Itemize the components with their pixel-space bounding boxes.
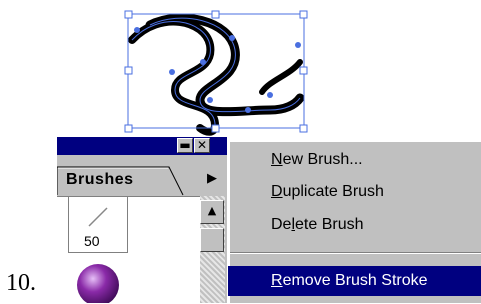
scroll-up-button[interactable]: ▲ bbox=[200, 200, 224, 224]
brushes-tab-label: Brushes bbox=[66, 171, 134, 188]
menu-separator bbox=[230, 252, 481, 254]
close-icon: ✕ bbox=[196, 138, 208, 152]
minimize-icon: ▬ bbox=[179, 138, 191, 152]
menu-item-remove-brush-stroke[interactable]: Remove Brush Stroke bbox=[228, 266, 481, 296]
selection-handle bbox=[299, 10, 308, 19]
menu-item-new-brush[interactable]: New Brush... bbox=[228, 147, 481, 173]
menu-item-duplicate-brush[interactable]: Duplicate Brush bbox=[228, 179, 481, 205]
selection-handle bbox=[211, 124, 220, 133]
palette-menu-button[interactable]: ▶ bbox=[203, 170, 221, 188]
scroll-thumb[interactable] bbox=[200, 228, 224, 252]
selection-handle bbox=[299, 124, 308, 133]
step-number: 10. bbox=[6, 270, 36, 296]
selection-handle bbox=[211, 10, 220, 19]
sphere-icon bbox=[77, 264, 119, 303]
calligraphic-brush-icon bbox=[88, 207, 108, 227]
selection-handle bbox=[124, 10, 133, 19]
menu-item-delete-brush[interactable]: Delete Brush bbox=[228, 212, 481, 238]
close-button[interactable]: ✕ bbox=[194, 138, 210, 153]
triangle-up-icon: ▲ bbox=[207, 204, 217, 217]
selection-handle bbox=[299, 66, 308, 75]
selection-handle bbox=[124, 124, 133, 133]
sphere-brush-swatch[interactable] bbox=[73, 259, 125, 303]
brush-stroke-artwork[interactable] bbox=[128, 13, 305, 136]
selection-handle bbox=[124, 66, 133, 75]
minimize-button[interactable]: ▬ bbox=[177, 138, 193, 153]
triangle-right-icon: ▶ bbox=[207, 171, 217, 186]
brush-size-label: 50 bbox=[84, 233, 100, 249]
